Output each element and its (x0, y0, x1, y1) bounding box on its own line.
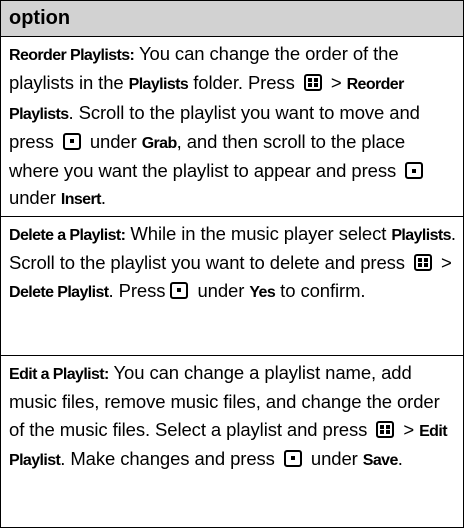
option-row-delete-playlist: Delete a Playlist: While in the music pl… (1, 217, 463, 356)
option-text: under (84, 130, 142, 152)
option-label: Reorder Playlists: (9, 47, 135, 64)
option-row-reorder-playlists: Reorder Playlists: You can change the or… (1, 37, 463, 217)
option-label: Edit a Playlist: (9, 366, 109, 383)
menu-key-icon (414, 254, 432, 272)
bold-term: Insert (60, 191, 102, 209)
bold-term: Yes (249, 283, 276, 301)
option-text: under (305, 447, 363, 469)
option-text: . (397, 447, 403, 469)
option-text: under (192, 279, 250, 301)
bold-term: Save (362, 451, 399, 469)
center-select-key-icon (62, 132, 81, 150)
bold-term: Delete Playlist (9, 283, 109, 301)
menu-key-icon (376, 420, 395, 438)
center-select-key-icon (405, 162, 424, 180)
center-select-key-icon (283, 449, 302, 467)
menu-key-icon (303, 74, 322, 92)
bold-term: Grab (141, 134, 178, 152)
separator: > (325, 72, 347, 94)
option-text: . (100, 187, 106, 209)
option-text: . Make changes and press (60, 447, 280, 469)
options-table: option Reorder Playlists: You can change… (0, 0, 464, 528)
option-text: folder. Press (188, 72, 300, 94)
separator: > (398, 418, 420, 440)
option-label: Delete a Playlist: (9, 227, 126, 244)
option-text: under (9, 187, 61, 209)
table-header: option (1, 1, 463, 37)
center-select-key-icon (170, 281, 189, 299)
header-title: option (9, 7, 71, 29)
option-text: to confirm. (275, 279, 366, 301)
option-text: While in the music player select (125, 223, 392, 244)
option-text: . Press (108, 279, 171, 301)
bold-term: Playlists (391, 227, 451, 244)
separator: > (436, 252, 452, 274)
bold-term: Playlists (128, 76, 189, 94)
option-row-edit-playlist: Edit a Playlist: You can change a playli… (1, 356, 463, 528)
